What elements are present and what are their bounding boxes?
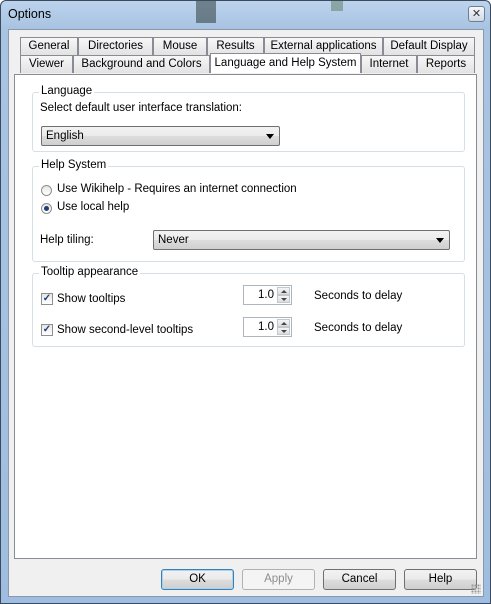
tab-internet[interactable]: Internet (361, 55, 417, 73)
tab-directories[interactable]: Directories (78, 37, 153, 55)
spin-up-icon[interactable] (277, 319, 290, 327)
language-prompt: Select default user interface translatio… (40, 102, 243, 114)
background-decoration (331, 1, 343, 11)
tooltip-group: Tooltip appearance ✓ Show tooltips 1.0 S… (32, 266, 465, 347)
dialog-client-area: General Directories Mouse Results Extern… (8, 29, 484, 597)
tab-language-and-help-system[interactable]: Language and Help System (210, 53, 361, 73)
show-tooltips-label[interactable]: Show tooltips (57, 293, 125, 305)
tab-reports[interactable]: Reports (417, 55, 475, 73)
help-system-group: Help System Use Wikihelp - Requires an i… (32, 159, 465, 262)
language-select[interactable]: English (41, 126, 280, 146)
local-help-radio[interactable] (41, 203, 52, 214)
spin-up-icon[interactable] (277, 287, 290, 295)
close-icon[interactable]: ✕ (468, 6, 485, 22)
tab-background-and-colors[interactable]: Background and Colors (73, 55, 210, 73)
language-group: Language Select default user interface t… (32, 85, 465, 152)
tab-mouse[interactable]: Mouse (153, 37, 207, 55)
second-level-delay-value: 1.0 (258, 321, 274, 333)
apply-button[interactable]: Apply (242, 569, 315, 590)
help-tiling-select-value: Never (158, 234, 189, 246)
resize-grip-icon[interactable] (471, 584, 481, 594)
wikihelp-radio[interactable] (41, 185, 52, 196)
help-tiling-select[interactable]: Never (153, 230, 450, 250)
show-tooltips-checkbox[interactable]: ✓ (41, 293, 53, 305)
local-help-radio-label[interactable]: Use local help (57, 201, 129, 213)
tooltip-delay-unit: Seconds to delay (314, 290, 403, 302)
second-level-delay-unit: Seconds to delay (314, 322, 403, 334)
spin-down-icon[interactable] (277, 327, 290, 335)
checkmark-icon: ✓ (42, 293, 52, 304)
show-second-level-tooltips-checkbox[interactable]: ✓ (41, 324, 53, 336)
chevron-down-icon (266, 134, 274, 139)
tab-panel: Language Select default user interface t… (14, 74, 477, 559)
cancel-button[interactable]: Cancel (323, 569, 396, 590)
title-bar[interactable]: Options ✕ (1, 1, 490, 28)
tab-viewer[interactable]: Viewer (20, 55, 73, 73)
tooltip-group-title: Tooltip appearance (39, 266, 141, 278)
help-tiling-label: Help tiling: (40, 234, 94, 246)
help-button[interactable]: Help (404, 569, 477, 590)
window-title: Options (8, 7, 52, 21)
checkmark-icon: ✓ (42, 324, 52, 335)
ok-button[interactable]: OK (161, 569, 234, 590)
tooltip-delay-spinner[interactable]: 1.0 (243, 285, 292, 305)
second-level-delay-spinner[interactable]: 1.0 (243, 317, 292, 337)
language-select-value: English (46, 130, 84, 142)
background-decoration (196, 1, 216, 23)
options-window: Options ✕ General Directories Mouse Resu… (0, 0, 491, 604)
language-group-title: Language (39, 85, 95, 97)
wikihelp-radio-label[interactable]: Use Wikihelp - Requires an internet conn… (57, 183, 297, 195)
tab-default-display[interactable]: Default Display (383, 37, 475, 55)
show-second-level-tooltips-label[interactable]: Show second-level tooltips (57, 324, 193, 336)
spin-down-icon[interactable] (277, 295, 290, 303)
tab-general[interactable]: General (20, 37, 78, 55)
tooltip-delay-value: 1.0 (258, 289, 274, 301)
chevron-down-icon (436, 238, 444, 243)
help-system-group-title: Help System (39, 159, 109, 171)
